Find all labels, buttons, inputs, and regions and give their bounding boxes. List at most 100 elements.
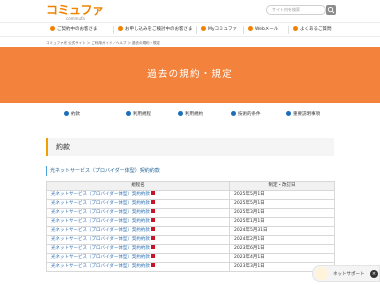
divider bbox=[113, 26, 114, 34]
global-nav: ご契約中のお客さま お申し込みをご検討中のお客さま Myコミュファ Webメール… bbox=[0, 22, 380, 37]
anchor-link-usage-terms[interactable]: 利用規約 bbox=[178, 111, 203, 119]
anchor-link-usage-rules[interactable]: 利用規程 bbox=[126, 111, 151, 119]
search-input[interactable]: サイト内を検索 bbox=[266, 5, 326, 15]
gnav-item-current-customers[interactable]: ご契約中のお客さま bbox=[50, 26, 98, 34]
anchor-label: 約款 bbox=[71, 112, 80, 117]
gnav-label: Webメール bbox=[255, 27, 279, 32]
site-header: コミュファ commufa サイト内を検索 bbox=[0, 0, 380, 22]
divider bbox=[243, 26, 244, 34]
arrow-down-icon bbox=[126, 111, 131, 116]
support-label: ネットサポート bbox=[333, 272, 365, 277]
anchor-link-technical[interactable]: 技術的条件 bbox=[231, 111, 261, 119]
document-link[interactable]: 光ネットサービス（プロバイダー体型）契約約款 bbox=[46, 244, 230, 254]
document-link-text[interactable]: 光ネットサービス（プロバイダー体型）契約約款 bbox=[51, 237, 150, 242]
arrow-down-icon bbox=[64, 111, 69, 116]
revision-date: 2024年2月1日 bbox=[229, 235, 335, 245]
document-link-text[interactable]: 光ネットサービス（プロバイダー体型）契約約款 bbox=[51, 246, 150, 251]
table-row: 光ネットサービス（プロバイダー体型）契約約款 2024年2月1日 bbox=[46, 235, 335, 245]
pdf-icon bbox=[150, 208, 155, 213]
gnav-label: お申し込みをご検討中のお客さま bbox=[125, 27, 193, 32]
pdf-icon bbox=[150, 226, 155, 231]
revision-date: 2024年5月31日 bbox=[229, 226, 335, 236]
anchor-label: 利用規程 bbox=[133, 112, 151, 117]
revision-date: 2023年6月1日 bbox=[229, 244, 335, 254]
gnav-label: ご契約中のお客さま bbox=[57, 27, 98, 32]
table-row: 光ネットサービス（プロバイダー体型）契約約款 2025年5月1日 bbox=[46, 199, 335, 209]
revision-date: 2025年5月1日 bbox=[229, 190, 335, 200]
document-link[interactable]: 光ネットサービス（プロバイダー体型）契約約款 bbox=[46, 217, 230, 227]
table-row: 光ネットサービス（プロバイダー体型）契約約款 2024年5月31日 bbox=[46, 226, 335, 236]
revision-date: 2025年3月1日 bbox=[229, 208, 335, 218]
table-row: 光ネットサービス（プロバイダー体型）契約約款 2023年4月1日 bbox=[46, 253, 335, 263]
anchor-link-important[interactable]: 重要説明事項 bbox=[286, 111, 320, 119]
revision-date: 2025年1月1日 bbox=[229, 217, 335, 227]
anchor-label: 利用規約 bbox=[185, 112, 203, 117]
mail-icon bbox=[248, 26, 253, 31]
question-icon bbox=[293, 26, 298, 31]
person-icon bbox=[50, 26, 55, 31]
anchor-label: 技術的条件 bbox=[238, 112, 261, 117]
pdf-icon bbox=[150, 244, 155, 249]
document-link[interactable]: 光ネットサービス（プロバイダー体型）契約約款 bbox=[46, 190, 230, 200]
pdf-icon bbox=[150, 253, 155, 258]
column-header-date: 制定・改訂日 bbox=[229, 181, 335, 191]
gnav-label: よくあるご質問 bbox=[300, 27, 332, 32]
section-heading: 約款 bbox=[46, 138, 334, 156]
hero-banner: 過去の規約・規定 bbox=[0, 47, 380, 103]
arrow-down-icon bbox=[286, 111, 291, 116]
document-link-text[interactable]: 光ネットサービス（プロバイダー体型）契約約款 bbox=[51, 264, 150, 269]
pdf-icon bbox=[150, 217, 155, 222]
arrow-down-icon bbox=[231, 111, 236, 116]
site-logo[interactable]: コミュファ commufa bbox=[46, 4, 104, 21]
document-link[interactable]: 光ネットサービス（プロバイダー体型）契約約款 bbox=[46, 226, 230, 236]
gnav-label: Myコミュファ bbox=[208, 27, 238, 32]
pdf-icon bbox=[150, 199, 155, 204]
anchor-link-terms[interactable]: 約款 bbox=[64, 111, 80, 119]
subsection-heading: 光ネットサービス（プロバイダー体型）契約約款 bbox=[46, 166, 334, 176]
gnav-item-prospective-customers[interactable]: お申し込みをご検討中のお客さま bbox=[118, 26, 193, 34]
anchor-label: 重要説明事項 bbox=[293, 112, 320, 117]
divider bbox=[288, 26, 289, 34]
support-character-icon bbox=[315, 267, 328, 280]
pdf-icon bbox=[150, 190, 155, 195]
document-link-text[interactable]: 光ネットサービス（プロバイダー体型）契約約款 bbox=[51, 219, 150, 224]
terms-table: 規程名 制定・改訂日 光ネットサービス（プロバイダー体型）契約約款 2025年5… bbox=[46, 181, 335, 272]
table-row: 光ネットサービス（プロバイダー体型）契約約款 2023年6月1日 bbox=[46, 244, 335, 254]
document-link[interactable]: 光ネットサービス（プロバイダー体型）契約約款 bbox=[46, 262, 230, 272]
table-row: 光ネットサービス（プロバイダー体型）契約約款 2025年5月1日 bbox=[46, 190, 335, 200]
document-link[interactable]: 光ネットサービス（プロバイダー体型）契約約款 bbox=[46, 199, 230, 209]
breadcrumb[interactable]: コミュファ光 公式サイト ＞ ご利用ガイド／ヘルプ ＞ 過去の規約・規定 bbox=[46, 41, 160, 46]
anchor-nav: 約款 利用規程 利用規約 技術的条件 重要説明事項 bbox=[46, 111, 336, 121]
table-row: 光ネットサービス（プロバイダー体型）契約約款 2025年1月1日 bbox=[46, 217, 335, 227]
document-link[interactable]: 光ネットサービス（プロバイダー体型）契約約款 bbox=[46, 253, 230, 263]
page-title: 過去の規約・規定 bbox=[147, 69, 233, 80]
revision-date: 2025年5月1日 bbox=[229, 199, 335, 209]
document-link-text[interactable]: 光ネットサービス（プロバイダー体型）契約約款 bbox=[51, 192, 150, 197]
gnav-item-faq[interactable]: よくあるご質問 bbox=[293, 26, 332, 34]
arrow-down-icon bbox=[178, 111, 183, 116]
gnav-item-my-commufa[interactable]: Myコミュファ bbox=[201, 26, 237, 34]
document-link-text[interactable]: 光ネットサービス（プロバイダー体型）契約約款 bbox=[51, 228, 150, 233]
section-title: 約款 bbox=[56, 143, 70, 151]
document-link-text[interactable]: 光ネットサービス（プロバイダー体型）契約約款 bbox=[51, 201, 150, 206]
close-icon[interactable]: × bbox=[370, 270, 378, 278]
pdf-icon bbox=[150, 262, 155, 267]
heart-icon bbox=[201, 26, 206, 31]
table-row: 光ネットサービス（プロバイダー体型）契約約款 2023年3月1日 bbox=[46, 262, 335, 272]
document-link[interactable]: 光ネットサービス（プロバイダー体型）契約約款 bbox=[46, 235, 230, 245]
logo-text: コミュファ bbox=[46, 3, 104, 17]
search-icon bbox=[327, 6, 335, 14]
search-button[interactable] bbox=[326, 5, 336, 15]
document-link-text[interactable]: 光ネットサービス（プロバイダー体型）契約約款 bbox=[51, 210, 150, 215]
net-support-widget[interactable]: ネットサポート × bbox=[312, 265, 380, 282]
pdf-icon bbox=[150, 235, 155, 240]
document-link-text[interactable]: 光ネットサービス（プロバイダー体型）契約約款 bbox=[51, 255, 150, 260]
document-link[interactable]: 光ネットサービス（プロバイダー体型）契約約款 bbox=[46, 208, 230, 218]
table-header-row: 規程名 制定・改訂日 bbox=[46, 181, 335, 191]
divider bbox=[196, 26, 197, 34]
column-header-name: 規程名 bbox=[46, 181, 230, 191]
gnav-item-webmail[interactable]: Webメール bbox=[248, 26, 278, 34]
person-icon bbox=[118, 26, 123, 31]
table-row: 光ネットサービス（プロバイダー体型）契約約款 2025年3月1日 bbox=[46, 208, 335, 218]
revision-date: 2023年4月1日 bbox=[229, 253, 335, 263]
